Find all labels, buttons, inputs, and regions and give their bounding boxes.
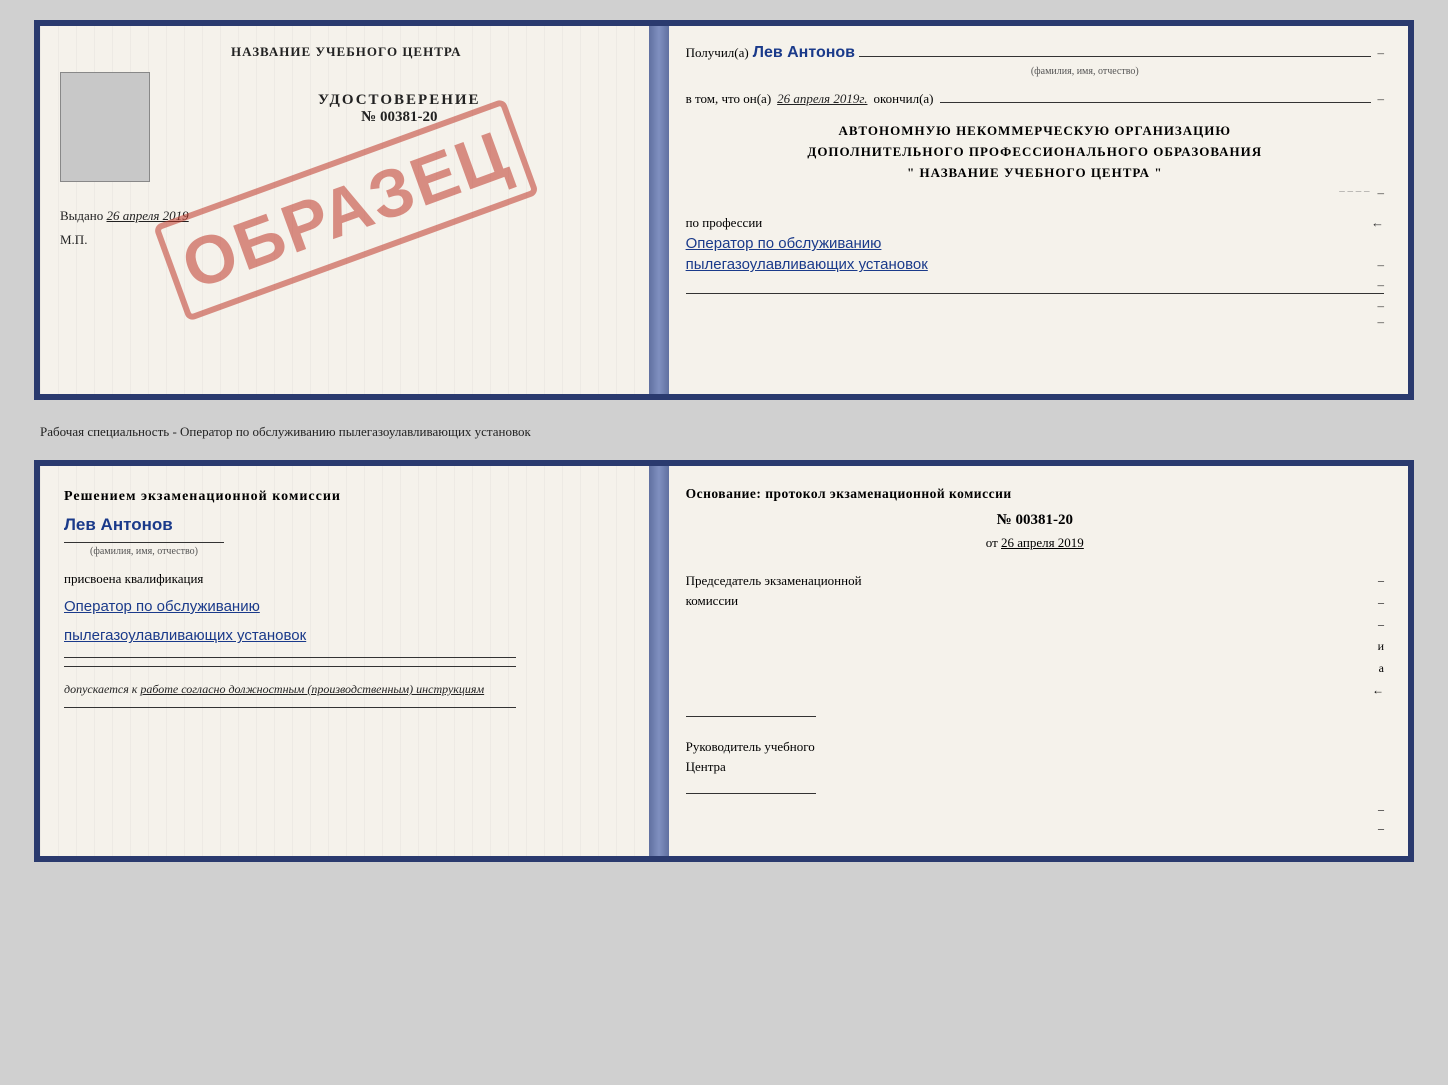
org-line1: АВТОНОМНУЮ НЕКОММЕРЧЕСКУЮ ОРГАНИЗАЦИЮ xyxy=(686,121,1384,142)
rukovoditel-block: Руководитель учебного Центра xyxy=(686,737,1384,776)
cert-number: № 00381-20 xyxy=(361,109,437,126)
ot-date-block: от 26 апреля 2019 xyxy=(686,535,1384,551)
vydano-block: Выдано 26 апреля 2019 xyxy=(60,208,633,224)
dash-r8: – xyxy=(1378,821,1384,836)
profession-line1: Оператор по обслуживанию xyxy=(686,235,1384,252)
dash-r2: – xyxy=(1378,593,1384,611)
rukovoditel-line2: Центра xyxy=(686,757,1384,777)
okonchil-label: окончил(а) xyxy=(873,91,933,107)
rukovoditel-sig-line xyxy=(686,780,816,794)
dash8: – xyxy=(1377,314,1384,330)
bottom-recipient-name: Лев Антонов xyxy=(64,511,629,540)
dash-r4: и xyxy=(1378,637,1384,655)
top-left-title: НАЗВАНИЕ УЧЕБНОГО ЦЕНТРА xyxy=(60,44,633,60)
org-name: НАЗВАНИЕ УЧЕБНОГО ЦЕНТРА xyxy=(920,165,1151,180)
protokol-number: № 00381-20 xyxy=(686,512,1384,529)
cert-date: 26 апреля 2019г. xyxy=(777,91,867,107)
dash2: – xyxy=(1377,91,1384,107)
top-right-page: Получил(а) Лев Антонов – (фамилия, имя, … xyxy=(656,26,1408,394)
org-line2: ДОПОЛНИТЕЛЬНОГО ПРОФЕССИОНАЛЬНОГО ОБРАЗО… xyxy=(686,142,1384,163)
predsedatel-block: Председатель экзаменационной комиссии – … xyxy=(686,571,1384,699)
profession-line2: пылегазоулавливающих установок xyxy=(686,256,928,273)
predsedatel-line2: комиссии xyxy=(686,591,862,611)
komissia-header: Решением экзаменационной комиссии xyxy=(64,486,629,507)
top-spread: НАЗВАНИЕ УЧЕБНОГО ЦЕНТРА УДОСТОВЕРЕНИЕ №… xyxy=(34,20,1414,400)
prisvoena-label: присвоена квалификация xyxy=(64,568,629,590)
dash-r3: – xyxy=(1378,615,1384,633)
bottom-left-page: Решением экзаменационной комиссии Лев Ан… xyxy=(40,466,656,856)
predsedatel-sig-line xyxy=(686,703,816,717)
bottom-right-page: Основание: протокол экзаменационной коми… xyxy=(656,466,1408,856)
prof-block: по профессии ← Оператор по обслуживанию … xyxy=(686,215,1384,330)
dash6: – xyxy=(1377,277,1384,293)
v-tom-label: в том, что он(а) xyxy=(686,91,772,107)
document-container: НАЗВАНИЕ УЧЕБНОГО ЦЕНТРА УДОСТОВЕРЕНИЕ №… xyxy=(34,20,1414,862)
dash-r1: – xyxy=(1378,571,1384,589)
date-line: в том, что он(а) 26 апреля 2019г. окончи… xyxy=(686,91,1384,107)
predsedatel-line1: Председатель экзаменационной xyxy=(686,571,862,591)
osnovanie-header: Основание: протокол экзаменационной коми… xyxy=(686,486,1384,502)
bottom-page-binding xyxy=(649,466,669,856)
dash4: ← xyxy=(1371,215,1384,231)
ot-label: от xyxy=(986,535,998,550)
top-left-page: НАЗВАНИЕ УЧЕБНОГО ЦЕНТРА УДОСТОВЕРЕНИЕ №… xyxy=(40,26,656,394)
recipient-name-top: Лев Антонов xyxy=(753,44,855,62)
dash3: – xyxy=(1377,185,1384,201)
dopuskaetsya-label: допускается к xyxy=(64,682,137,696)
side-note: – – – – xyxy=(1339,185,1369,201)
udostoverenie-block: УДОСТОВЕРЕНИЕ № 00381-20 xyxy=(166,92,633,126)
dopuskaetsya-text: работе согласно должностным (производств… xyxy=(140,682,484,696)
dash7: – xyxy=(1377,298,1384,314)
dash-r6: ← xyxy=(1372,681,1384,699)
dash1: – xyxy=(1377,45,1384,61)
org-quote1: " xyxy=(907,165,915,180)
fio-label-top: (фамилия, имя, отчество) xyxy=(1031,66,1139,77)
komissia-block: Решением экзаменационной комиссии Лев Ан… xyxy=(64,486,629,708)
org-name-line: " НАЗВАНИЕ УЧЕБНОГО ЦЕНТРА " xyxy=(686,163,1384,184)
po-professii-label: по профессии xyxy=(686,215,763,231)
bottom-fio-label: (фамилия, имя, отчество) xyxy=(64,543,224,560)
vydano-label: Выдано xyxy=(60,208,103,223)
page-binding xyxy=(649,26,669,394)
org-quote2: " xyxy=(1154,165,1162,180)
poluchil-label: Получил(а) xyxy=(686,45,749,61)
qual-line2: пылегазоулавливающих установок xyxy=(64,623,629,649)
photo-placeholder xyxy=(60,72,150,182)
recipient-line: Получил(а) Лев Антонов – xyxy=(686,44,1384,62)
qual-line1: Оператор по обслуживанию xyxy=(64,594,629,620)
rukovoditel-line1: Руководитель учебного xyxy=(686,737,1384,757)
mp-label: М.П. xyxy=(60,232,633,248)
dash5: – xyxy=(1377,257,1384,273)
dopuskaetsya-block: допускается к работе согласно должностны… xyxy=(64,679,629,699)
vydano-date: 26 апреля 2019 xyxy=(107,208,189,223)
udostoverenie-label: УДОСТОВЕРЕНИЕ xyxy=(318,92,481,109)
middle-label: Рабочая специальность - Оператор по обсл… xyxy=(34,416,1414,444)
dash-r7: – xyxy=(1378,802,1384,817)
dash-r5: а xyxy=(1379,659,1384,677)
org-block: АВТОНОМНУЮ НЕКОММЕРЧЕСКУЮ ОРГАНИЗАЦИЮ ДО… xyxy=(686,121,1384,183)
ot-date-value: 26 апреля 2019 xyxy=(1001,535,1084,550)
bottom-spread: Решением экзаменационной комиссии Лев Ан… xyxy=(34,460,1414,862)
